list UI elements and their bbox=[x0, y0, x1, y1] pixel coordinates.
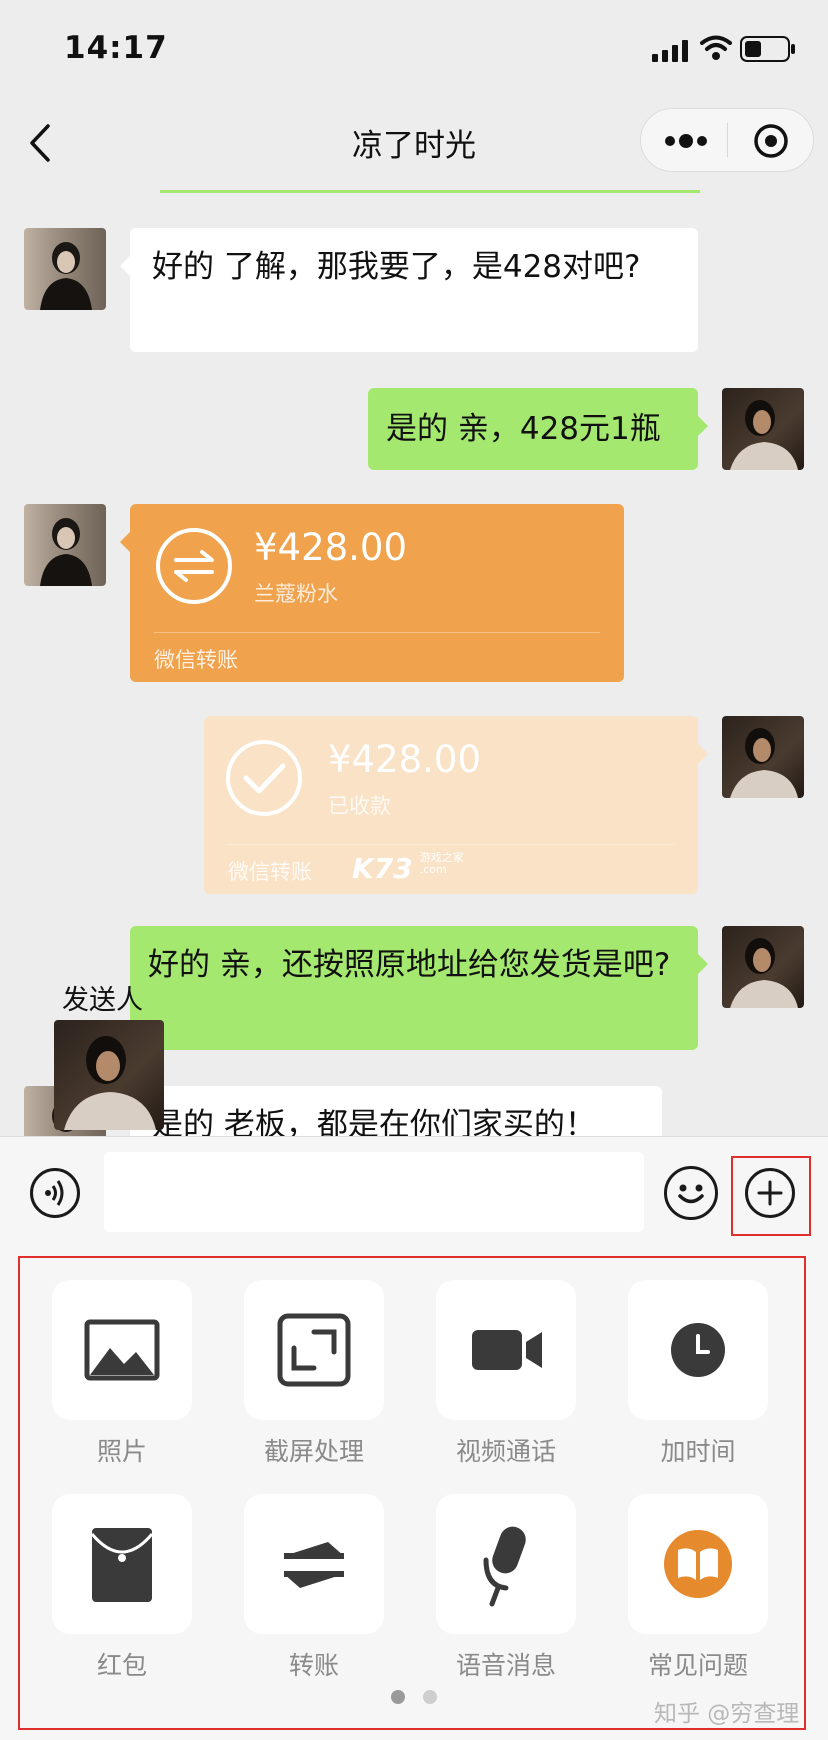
transfer-divider bbox=[228, 844, 674, 845]
video-camera-icon bbox=[472, 1330, 542, 1370]
top-green-edge bbox=[160, 190, 700, 193]
transfer-icon bbox=[284, 1542, 344, 1588]
site-watermark: K73 游戏之家 .com bbox=[352, 852, 464, 886]
avatar-self[interactable] bbox=[722, 926, 804, 1008]
avatar-self[interactable] bbox=[722, 388, 804, 470]
site-watermark-sub2: .com bbox=[419, 863, 447, 876]
book-icon bbox=[664, 1530, 732, 1598]
more-icon[interactable] bbox=[663, 129, 709, 153]
transfer-note: 兰蔻粉水 bbox=[254, 582, 338, 606]
mini-program-capsule bbox=[640, 108, 814, 172]
avatar-contact[interactable] bbox=[24, 228, 106, 310]
message-text: 是的 老板，都是在你们家买的！ bbox=[152, 1107, 596, 1136]
tile-label: 转账 bbox=[288, 1651, 339, 1680]
smile-icon bbox=[678, 1184, 704, 1204]
voice-button[interactable] bbox=[30, 1168, 80, 1218]
microphone-icon bbox=[483, 1526, 526, 1607]
zhihu-watermark: 知乎 @穷查理 bbox=[654, 1701, 800, 1727]
cellular-signal-icon bbox=[652, 40, 688, 62]
transfer-divider bbox=[154, 632, 600, 633]
tile-faq[interactable] bbox=[628, 1494, 768, 1634]
status-bar: 14:17 bbox=[0, 0, 828, 96]
transfer-card-received[interactable]: ¥428.00 已收款 微信转账 K73 游戏之家 .com bbox=[204, 716, 708, 894]
sender-label: 发送人 bbox=[62, 985, 143, 1016]
screenshot-icon bbox=[277, 1313, 351, 1387]
tile-add-time[interactable] bbox=[628, 1280, 768, 1420]
avatar-self[interactable] bbox=[722, 716, 804, 798]
message-bubble-received[interactable]: 好的 了解，那我要了，是428对吧? bbox=[120, 228, 698, 352]
tile-photo[interactable] bbox=[52, 1280, 192, 1420]
message-text: 好的 了解，那我要了，是428对吧? bbox=[152, 249, 641, 285]
check-circle-icon bbox=[226, 740, 302, 816]
page-dot[interactable] bbox=[423, 1690, 437, 1704]
transfer-amount: ¥428.00 bbox=[328, 738, 482, 781]
tile-label: 语音消息 bbox=[455, 1651, 556, 1680]
plus-icon bbox=[757, 1180, 783, 1206]
tile-label: 常见问题 bbox=[647, 1651, 748, 1680]
voice-icon bbox=[45, 1180, 64, 1206]
transfer-card-sent[interactable]: ¥428.00 兰蔻粉水 微信转账 bbox=[120, 504, 624, 682]
image-icon bbox=[84, 1319, 160, 1381]
tile-label: 加时间 bbox=[660, 1437, 736, 1466]
transfer-footer: 微信转账 bbox=[154, 648, 238, 672]
site-watermark-main: K73 bbox=[352, 852, 413, 885]
tile-label: 照片 bbox=[96, 1437, 147, 1466]
status-time: 14:17 bbox=[64, 30, 168, 66]
plus-button[interactable] bbox=[745, 1168, 795, 1218]
transfer-status: 已收款 bbox=[328, 794, 391, 818]
message-text: 是的 亲，428元1瓶 bbox=[386, 411, 661, 447]
message-bubble-received[interactable]: 是的 老板，都是在你们家买的！ bbox=[130, 1086, 662, 1136]
transfer-arrows-icon bbox=[156, 528, 232, 604]
transfer-amount: ¥428.00 bbox=[254, 526, 408, 569]
tile-label: 视频通话 bbox=[455, 1437, 556, 1466]
sender-avatar-overlay[interactable] bbox=[54, 1020, 164, 1130]
transfer-footer: 微信转账 bbox=[228, 860, 312, 884]
capsule-divider bbox=[727, 123, 728, 157]
tile-red-packet[interactable] bbox=[52, 1494, 192, 1634]
close-target-icon[interactable] bbox=[753, 123, 789, 159]
red-packet-icon bbox=[90, 1528, 154, 1602]
emoji-button[interactable] bbox=[664, 1166, 718, 1220]
message-bubble-sent[interactable]: 是的 亲，428元1瓶 bbox=[368, 388, 708, 470]
message-bubble-sent[interactable]: 好的 亲，还按照原地址给您发货是吧? bbox=[130, 926, 708, 1050]
message-input[interactable] bbox=[104, 1152, 644, 1232]
tile-voice-message[interactable] bbox=[436, 1494, 576, 1634]
tile-label: 截屏处理 bbox=[263, 1437, 364, 1466]
tile-video-call[interactable] bbox=[436, 1280, 576, 1420]
page-dot-active[interactable] bbox=[391, 1690, 405, 1704]
chat-area: 好的 了解，那我要了，是428对吧? 是的 亲，428元1瓶 ¥428.00 兰… bbox=[0, 190, 828, 1136]
wifi-icon bbox=[700, 35, 732, 60]
tile-label: 红包 bbox=[96, 1651, 147, 1680]
tile-screenshot[interactable] bbox=[244, 1280, 384, 1420]
avatar-contact[interactable] bbox=[24, 504, 106, 586]
message-text: 好的 亲，还按照原地址给您发货是吧? bbox=[148, 947, 671, 983]
clock-icon bbox=[671, 1323, 725, 1377]
battery-icon bbox=[740, 36, 795, 62]
tile-transfer[interactable] bbox=[244, 1494, 384, 1634]
